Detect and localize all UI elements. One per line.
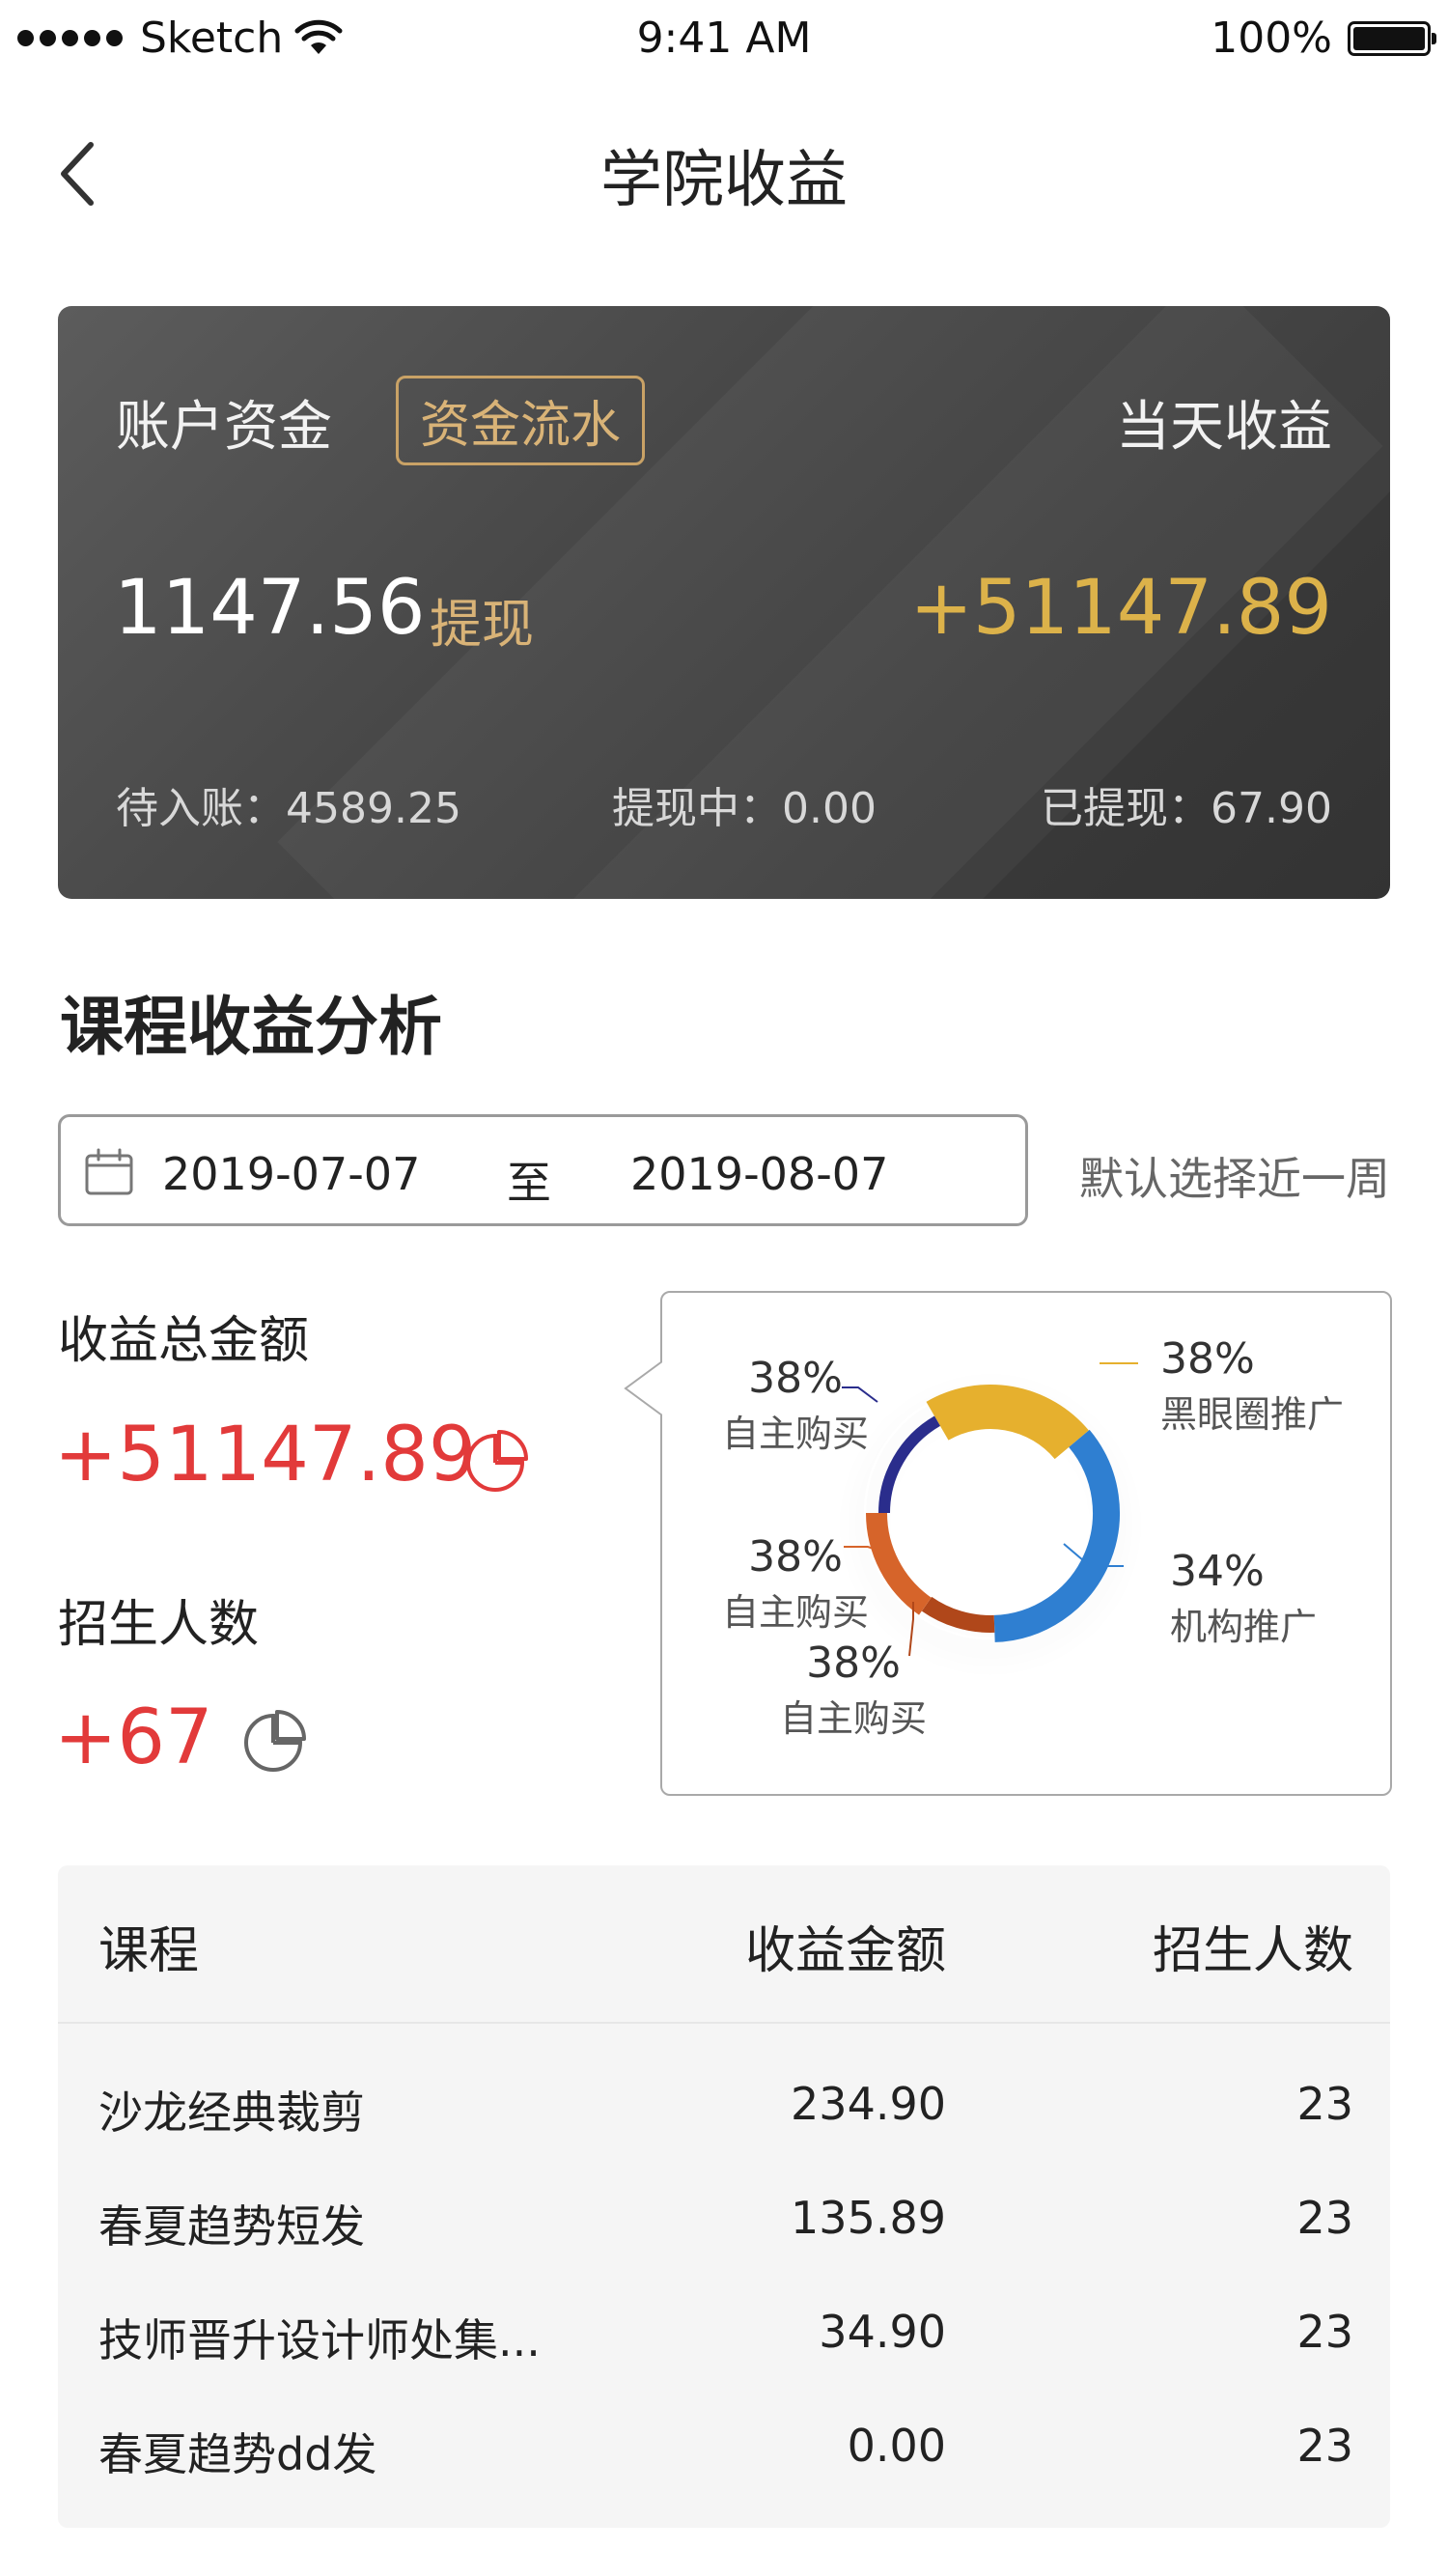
pie-chart-icon[interactable] <box>239 1707 307 1775</box>
segment-name-label: 自主购买 <box>722 1591 869 1634</box>
donut-segment <box>866 1512 932 1615</box>
date-start: 2019-07-07 <box>162 1148 421 1200</box>
calendar-icon <box>85 1148 133 1195</box>
date-range-picker[interactable]: 2019-07-07 至 2019-08-07 <box>58 1114 1028 1226</box>
date-separator: 至 <box>507 1157 551 1209</box>
segment-percent-label: 38% <box>748 1354 843 1403</box>
donut-segment <box>993 1429 1120 1642</box>
segment-name-label: 自主购买 <box>722 1413 869 1455</box>
table-row-course: 春夏趋势dd发 <box>98 2428 377 2480</box>
page-title: 学院收益 <box>600 145 848 216</box>
table-row-count: 23 <box>1296 2078 1353 2130</box>
segment-percent-label: 38% <box>748 1532 843 1582</box>
column-header-count: 招生人数 <box>1152 1922 1353 1980</box>
table-row-amount: 135.89 <box>791 2192 946 2244</box>
today-income-value: +51147.89 <box>909 565 1332 652</box>
status-bar: Sketch 9:41 AM 100% <box>0 0 1448 77</box>
pie-chart-icon[interactable] <box>461 1427 529 1495</box>
donut-segment <box>921 1596 995 1633</box>
default-range-hint: 默认选择近一周 <box>1079 1153 1390 1205</box>
table-row-course: 沙龙经典裁剪 <box>98 2086 365 2139</box>
column-header-course: 课程 <box>98 1922 200 1980</box>
donut-chart: 38%黑眼圈推广34%机构推广38%自主购买38%自主购买38%自主购买 <box>722 1334 1344 1740</box>
segment-name-label: 黑眼圈推广 <box>1160 1393 1344 1436</box>
withdraw-button[interactable]: 提现 <box>430 581 534 658</box>
segment-percent-label: 38% <box>1160 1334 1255 1384</box>
battery-area: 100% <box>1211 14 1436 63</box>
today-income-label: 当天收益 <box>1116 396 1332 459</box>
battery-icon <box>1348 20 1436 56</box>
table-row-amount: 0.00 <box>847 2420 946 2472</box>
total-income-value: +51147.89 <box>54 1412 477 1498</box>
table-row-amount: 234.90 <box>791 2078 946 2130</box>
donut-segment <box>926 1385 1089 1460</box>
segment-name-label: 自主购买 <box>780 1697 927 1740</box>
table-divider <box>58 2022 1390 2024</box>
account-card: 账户资金 资金流水 当天收益 1147.56 提现 +51147.89 待入账：… <box>58 306 1390 899</box>
fund-flow-button[interactable]: 资金流水 <box>396 376 646 465</box>
popover-pointer <box>624 1359 664 1417</box>
withdrawn-amount: 已提现：67.90 <box>1041 784 1332 833</box>
column-header-amount: 收益金额 <box>744 1922 946 1980</box>
enrollment-value: +67 <box>54 1694 213 1781</box>
account-balance: 1147.56 <box>114 565 426 652</box>
pending-amount: 待入账：4589.25 <box>116 784 461 833</box>
table-row-course: 春夏趋势短发 <box>98 2200 365 2253</box>
battery-percent: 100% <box>1211 14 1332 63</box>
segment-percent-label: 38% <box>806 1638 901 1688</box>
table-row-count: 23 <box>1296 2192 1353 2244</box>
segment-percent-label: 34% <box>1170 1547 1265 1596</box>
table-row-course: 技师晋升设计师处集... <box>98 2314 541 2366</box>
withdrawing-amount: 提现中：0.00 <box>612 784 877 833</box>
total-income-label: 收益总金额 <box>58 1312 310 1370</box>
table-row-count: 23 <box>1296 2420 1353 2472</box>
enrollment-label: 招生人数 <box>58 1596 260 1654</box>
date-end: 2019-08-07 <box>630 1148 889 1200</box>
segment-name-label: 机构推广 <box>1170 1606 1317 1648</box>
table-row-count: 23 <box>1296 2306 1353 2358</box>
account-funds-label: 账户资金 <box>116 396 332 459</box>
section-title: 课程收益分析 <box>60 990 442 1064</box>
table-row-amount: 34.90 <box>819 2306 946 2358</box>
